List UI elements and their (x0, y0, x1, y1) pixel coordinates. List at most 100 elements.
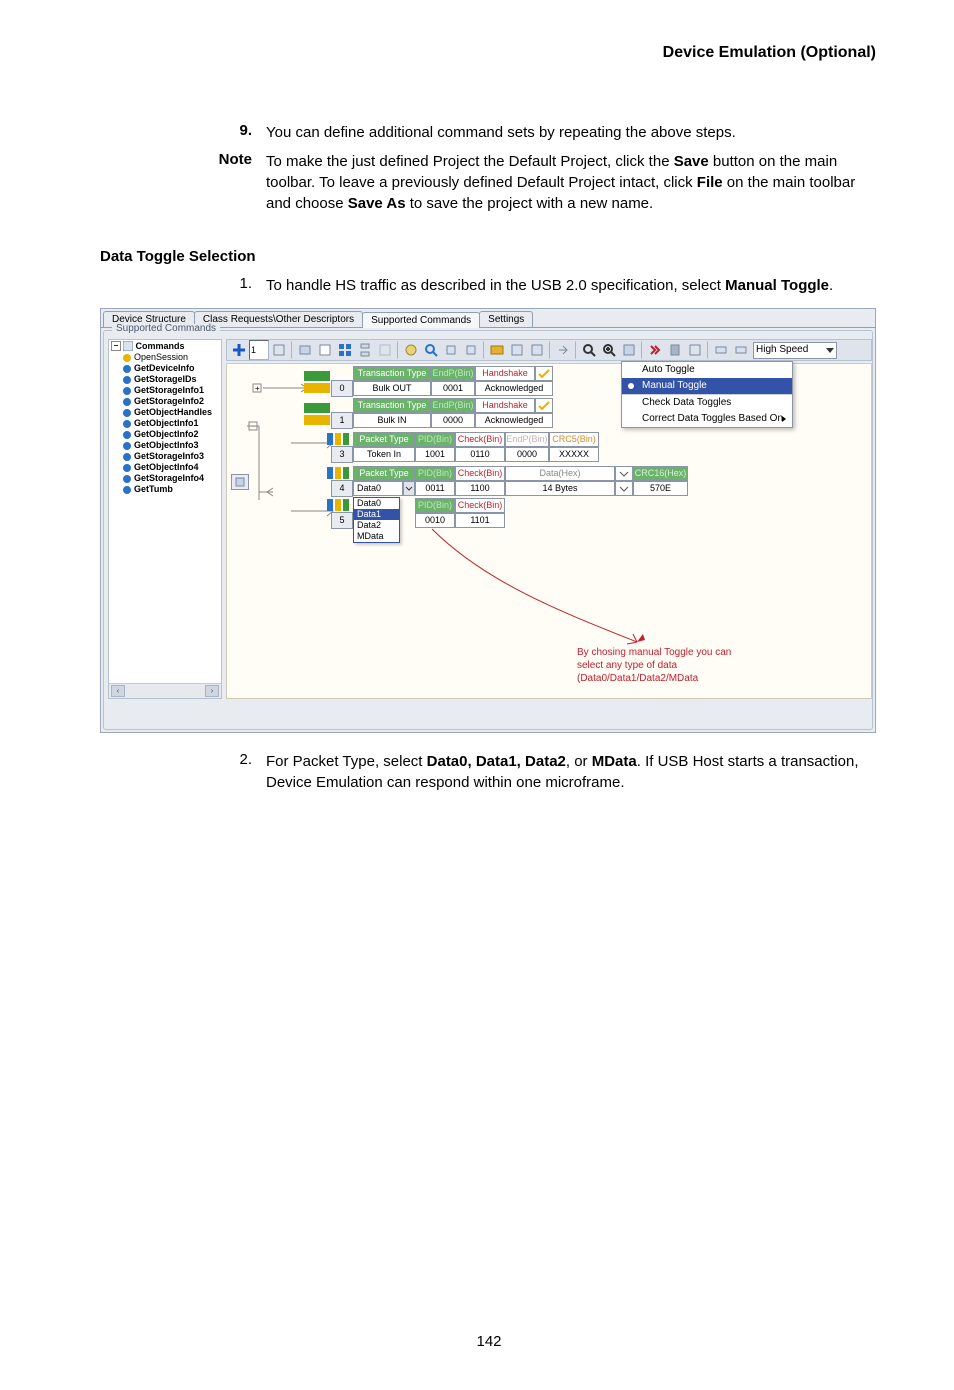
dropdown-icon (615, 481, 633, 496)
group-box: Supported Commands − Commands OpenSessio… (103, 330, 873, 730)
option-mdata[interactable]: MData (354, 531, 399, 542)
note-text: To make the just defined Project the Def… (266, 151, 876, 214)
section-heading: Data Toggle Selection (100, 248, 876, 265)
transaction-icon (303, 400, 331, 428)
command-tree[interactable]: − Commands OpenSession GetDeviceInfo Get… (108, 339, 222, 699)
bullet-icon (123, 365, 131, 373)
chevron-down-icon (826, 348, 834, 353)
packet-icon (327, 432, 349, 446)
header-row: Packet Type PID(Bin) Check(Bin) Data(Hex… (353, 466, 688, 481)
tree-item: GetStorageInfo1 (109, 385, 221, 396)
handshake-icon (535, 366, 553, 381)
tb-btn[interactable] (401, 340, 421, 360)
menu-check-toggles[interactable]: Check Data Toggles (622, 394, 792, 411)
tree-scrollbar[interactable]: ‹› (109, 683, 221, 698)
tb-btn[interactable] (527, 340, 547, 360)
tree-item: GetDeviceInfo (109, 363, 221, 374)
page-header: Device Emulation (Optional) (102, 44, 876, 62)
zoom-in-icon[interactable] (599, 340, 619, 360)
tb-btn[interactable] (335, 340, 355, 360)
tb-btn[interactable] (375, 340, 395, 360)
value-row[interactable]: Bulk IN 0000 Acknowledged (353, 413, 553, 428)
tb-btn[interactable] (269, 340, 289, 360)
bullet-icon (123, 387, 131, 395)
option-data1[interactable]: Data1 (354, 509, 399, 520)
search-icon[interactable] (421, 340, 441, 360)
tb-btn[interactable] (295, 340, 315, 360)
tree-item: GetObjectInfo4 (109, 462, 221, 473)
speed-select[interactable]: High Speed (753, 342, 837, 359)
tree-root[interactable]: − Commands (109, 340, 221, 352)
bullet-icon (123, 475, 131, 483)
bullet-icon (123, 464, 131, 472)
add-icon[interactable] (229, 340, 249, 360)
toolbar: 1 High Speed (226, 339, 872, 361)
handshake-icon (535, 398, 553, 413)
tb-btn[interactable] (731, 340, 751, 360)
menu-auto-toggle[interactable]: Auto Toggle (622, 362, 792, 378)
tab-supported-commands[interactable]: Supported Commands (362, 312, 480, 328)
annotation-text: By chosing manual Toggle you can select … (577, 646, 747, 685)
paragraph: You can define additional command sets b… (266, 122, 876, 143)
header-row: Packet Type PID(Bin) Check(Bin) EndP(Bin… (353, 432, 599, 447)
packet-type-select: Data0 (353, 481, 403, 496)
app-window: Device Structure Class Requests\Other De… (100, 308, 876, 733)
tb-btn[interactable] (461, 340, 481, 360)
bullet-icon (123, 486, 131, 494)
tb-btn[interactable] (665, 340, 685, 360)
tb-btn[interactable] (507, 340, 527, 360)
submenu-arrow-icon (782, 416, 786, 422)
menu-correct-toggles[interactable]: Correct Data Toggles Based On (622, 411, 792, 427)
list-number: 1. (102, 275, 266, 292)
radio-dot-icon (628, 383, 634, 389)
bullet-icon (123, 354, 131, 362)
tb-btn[interactable] (619, 340, 639, 360)
tb-btn[interactable] (553, 340, 573, 360)
tab-settings[interactable]: Settings (479, 311, 533, 327)
step-text: To handle HS traffic as described in the… (266, 275, 876, 296)
tb-btn[interactable] (315, 340, 335, 360)
step-text: For Packet Type, select Data0, Data1, Da… (266, 751, 876, 793)
tree-item: GetStorageIDs (109, 374, 221, 385)
tree-item: GetObjectInfo3 (109, 440, 221, 451)
bullet-icon (123, 420, 131, 428)
toggle-menu: Auto Toggle Manual Toggle Check Data Tog… (621, 361, 793, 428)
tree-item: GetStorageInfo4 (109, 473, 221, 484)
bullet-icon (123, 409, 131, 417)
packet-icon (327, 498, 349, 512)
value-row[interactable]: Bulk OUT 0001 Acknowledged (353, 381, 553, 396)
tree-item: GetObjectInfo1 (109, 418, 221, 429)
list-number: 2. (102, 751, 266, 768)
packet-icon (327, 466, 349, 480)
dropdown-icon (615, 466, 633, 481)
bullet-icon (123, 376, 131, 384)
counter-field[interactable]: 1 (249, 340, 269, 360)
group-label: Supported Commands (112, 324, 220, 334)
tree-item: GetStorageInfo3 (109, 451, 221, 462)
menu-manual-toggle[interactable]: Manual Toggle (622, 378, 792, 394)
toggle-icon[interactable] (645, 340, 665, 360)
row-number: 1 (331, 412, 353, 429)
page-number: 142 (102, 1333, 876, 1350)
tb-btn[interactable] (487, 340, 507, 360)
bullet-icon (123, 442, 131, 450)
tb-btn[interactable] (355, 340, 375, 360)
header-row: Transaction Type EndP(Bin) Handshake (353, 398, 553, 413)
row-number: 0 (331, 380, 353, 397)
svg-text:+: + (255, 384, 260, 393)
option-data0[interactable]: Data0 (354, 498, 399, 509)
row-number: 4 (331, 480, 353, 497)
zoom-fit-icon[interactable] (579, 340, 599, 360)
tb-btn[interactable] (685, 340, 705, 360)
option-data2[interactable]: Data2 (354, 520, 399, 531)
value-row[interactable]: Data0 0011 1100 14 Bytes 570E (353, 481, 688, 496)
tree-item: GetObjectInfo2 (109, 429, 221, 440)
row-number: 3 (331, 446, 353, 463)
tree-item: OpenSession (109, 352, 221, 363)
tb-btn[interactable] (711, 340, 731, 360)
bullet-icon (123, 398, 131, 406)
header-row: Transaction Type EndP(Bin) Handshake (353, 366, 553, 381)
bullet-icon (123, 431, 131, 439)
value-row[interactable]: Token In 1001 0110 0000 XXXXX (353, 447, 599, 462)
tb-btn[interactable] (441, 340, 461, 360)
